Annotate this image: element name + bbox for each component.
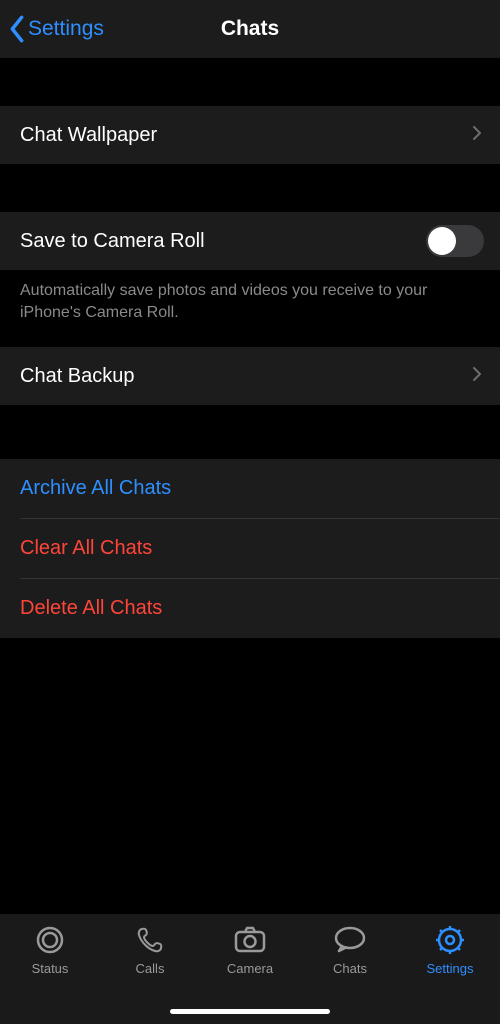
archive-all-label: Archive All Chats [20,477,171,500]
navbar: Settings Chats [0,0,500,58]
section-gap [0,58,500,106]
save-camera-roll-label: Save to Camera Roll [20,230,205,253]
chat-backup-row[interactable]: Chat Backup [0,347,500,405]
tab-camera-label: Camera [227,961,273,976]
tabbar: Status Calls Camera Chats Settings [0,914,500,1024]
chevron-right-icon [472,365,482,388]
phone-icon [134,924,166,956]
tab-settings-label: Settings [427,961,474,976]
tab-status[interactable]: Status [0,924,100,1024]
archive-all-button[interactable]: Archive All Chats [0,459,500,518]
chats-icon [332,924,368,956]
back-label: Settings [28,17,104,41]
delete-all-label: Delete All Chats [20,597,162,620]
section-gap [0,164,500,212]
back-button[interactable]: Settings [8,15,104,43]
status-icon [34,924,66,956]
save-camera-roll-row: Save to Camera Roll [0,212,500,270]
actions-group: Archive All Chats Clear All Chats Delete… [0,459,500,638]
chevron-right-icon [472,124,482,147]
tab-status-label: Status [32,961,69,976]
chat-wallpaper-label: Chat Wallpaper [20,124,157,147]
save-camera-roll-footnote: Automatically save photos and videos you… [0,270,500,337]
chat-backup-label: Chat Backup [20,365,135,388]
toggle-knob [428,227,456,255]
delete-all-button[interactable]: Delete All Chats [0,579,500,638]
chevron-left-icon [8,15,26,43]
page-title: Chats [221,17,279,41]
clear-all-button[interactable]: Clear All Chats [0,519,500,578]
tab-settings[interactable]: Settings [400,924,500,1024]
tab-chats-label: Chats [333,961,367,976]
section-gap [0,405,500,459]
camera-icon [233,924,267,956]
tab-calls-label: Calls [136,961,165,976]
section-gap [0,337,500,347]
gear-icon [434,924,466,956]
save-camera-roll-toggle[interactable] [426,225,484,257]
clear-all-label: Clear All Chats [20,537,152,560]
footnote-wrap: Automatically save photos and videos you… [0,270,500,337]
chat-wallpaper-row[interactable]: Chat Wallpaper [0,106,500,164]
home-indicator [170,1009,330,1014]
